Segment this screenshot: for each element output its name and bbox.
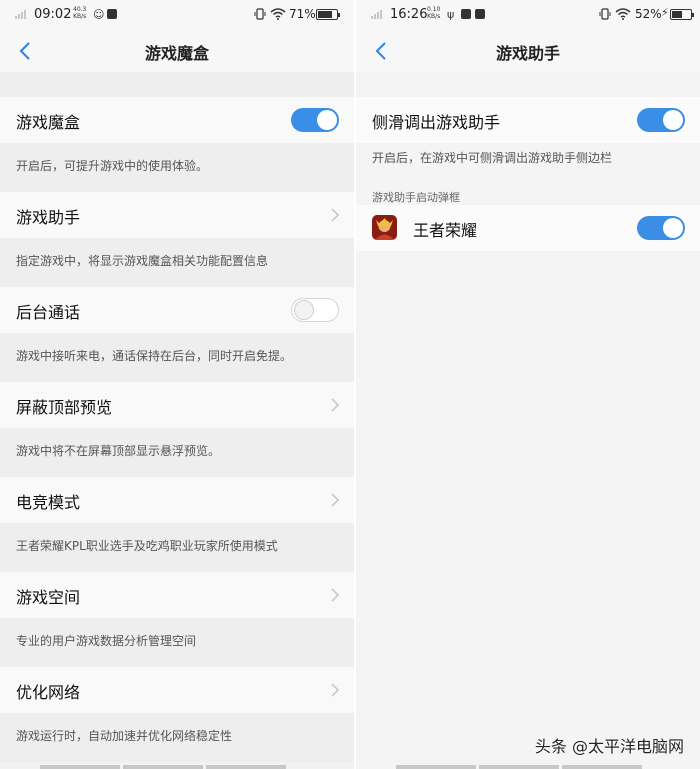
setting-swipe-assistant[interactable]: 侧滑调出游戏助手	[356, 97, 700, 143]
scroll-hint	[479, 765, 559, 769]
battery-percent: 52%	[635, 7, 662, 21]
status-bar: 16:26 0.10 KB/s ψ 52% ⚡	[356, 0, 700, 30]
battery-icon	[316, 9, 340, 20]
chevron-right-icon	[331, 493, 340, 507]
setting-description: 开启后，在游戏中可侧滑调出游戏助手侧边栏	[356, 143, 700, 189]
wifi-icon	[615, 8, 631, 20]
scroll-hint	[123, 765, 203, 769]
setting-game-space[interactable]: 游戏空间	[0, 572, 354, 618]
setting-label: 侧滑调出游戏助手	[372, 113, 501, 132]
right-screen: 16:26 0.10 KB/s ψ 52% ⚡ 游戏助手 侧滑调出游戏助手 开启…	[356, 0, 700, 769]
clock: 16:26	[390, 7, 428, 22]
chevron-right-icon	[331, 683, 340, 697]
swipe-assistant-toggle[interactable]	[637, 108, 685, 132]
setting-label: 游戏空间	[16, 588, 81, 607]
setting-description: 专业的用户游戏数据分析管理空间	[0, 618, 354, 667]
wifi-icon	[270, 8, 286, 20]
nav-bar: 游戏魔盒	[0, 30, 354, 72]
battery-icon	[670, 9, 694, 20]
setting-label: 屏蔽顶部预览	[16, 398, 113, 417]
status-bar: 09:02 40.3 KB/s ☺ 71%	[0, 0, 354, 30]
scroll-hint	[40, 765, 120, 769]
setting-description: 开启后，可提升游戏中的使用体验。	[0, 143, 354, 192]
game-box-toggle[interactable]	[291, 108, 339, 132]
page-title: 游戏助手	[495, 44, 560, 63]
section-header: 游戏助手启动弹框	[356, 189, 700, 205]
setting-description: 游戏中接听来电，通话保持在后台，同时开启免提。	[0, 333, 354, 382]
setting-label: 游戏助手	[16, 208, 81, 227]
app-row-wangzherongyao[interactable]: 王者荣耀	[356, 205, 700, 251]
nav-bar: 游戏助手	[356, 30, 700, 72]
chevron-right-icon	[331, 208, 340, 222]
left-screen: 09:02 40.3 KB/s ☺ 71% 游戏魔盒 游戏魔盒 开启后，可提升游…	[0, 0, 354, 769]
page-title: 游戏魔盒	[144, 44, 209, 63]
charging-icon: ⚡	[661, 6, 669, 19]
battery-percent: 71%	[289, 7, 316, 21]
app-icon	[372, 215, 397, 240]
notification-icon	[475, 9, 485, 19]
notification-icon	[461, 9, 471, 19]
settings-list: 侧滑调出游戏助手 开启后，在游戏中可侧滑调出游戏助手侧边栏 游戏助手启动弹框 王…	[356, 72, 700, 251]
setting-label: 电竞模式	[16, 493, 81, 512]
background-call-toggle[interactable]	[291, 298, 339, 322]
watermark: 头条 @太平洋电脑网	[534, 737, 684, 756]
weibo-icon: ☺	[93, 8, 105, 21]
usb-icon: ψ	[447, 8, 455, 21]
settings-list: 游戏魔盒 开启后，可提升游戏中的使用体验。 游戏助手 指定游戏中，将显示游戏魔盒…	[0, 72, 354, 762]
network-speed: 40.3 KB/s	[73, 6, 87, 20]
setting-esports-mode[interactable]: 电竞模式	[0, 477, 354, 523]
setting-description: 指定游戏中，将显示游戏魔盒相关功能配置信息	[0, 238, 354, 287]
chevron-right-icon	[331, 398, 340, 412]
signal-icon	[15, 10, 29, 19]
network-speed: 0.10 KB/s	[427, 6, 441, 20]
chevron-right-icon	[331, 588, 340, 602]
setting-background-call[interactable]: 后台通话	[0, 287, 354, 333]
scroll-hint	[206, 765, 286, 769]
setting-description: 王者荣耀KPL职业选手及吃鸡职业玩家所使用模式	[0, 523, 354, 572]
setting-game-box[interactable]: 游戏魔盒	[0, 97, 354, 143]
scroll-hint	[396, 765, 476, 769]
scroll-hint	[562, 765, 642, 769]
setting-label: 游戏魔盒	[16, 113, 81, 132]
signal-icon	[371, 10, 385, 19]
setting-label: 优化网络	[16, 683, 81, 702]
setting-description: 游戏中将不在屏幕顶部显示悬浮预览。	[0, 428, 354, 477]
notification-icon	[107, 9, 117, 19]
setting-block-top-preview[interactable]: 屏蔽顶部预览	[0, 382, 354, 428]
setting-label: 后台通话	[16, 303, 81, 322]
setting-optimize-network[interactable]: 优化网络	[0, 667, 354, 713]
vibrate-icon	[599, 8, 611, 20]
clock: 09:02	[34, 7, 72, 22]
setting-game-assistant[interactable]: 游戏助手	[0, 192, 354, 238]
app-toggle[interactable]	[637, 216, 685, 240]
setting-description: 游戏运行时，自动加速并优化网络稳定性	[0, 713, 354, 762]
app-label: 王者荣耀	[413, 221, 478, 240]
vibrate-icon	[254, 8, 266, 20]
